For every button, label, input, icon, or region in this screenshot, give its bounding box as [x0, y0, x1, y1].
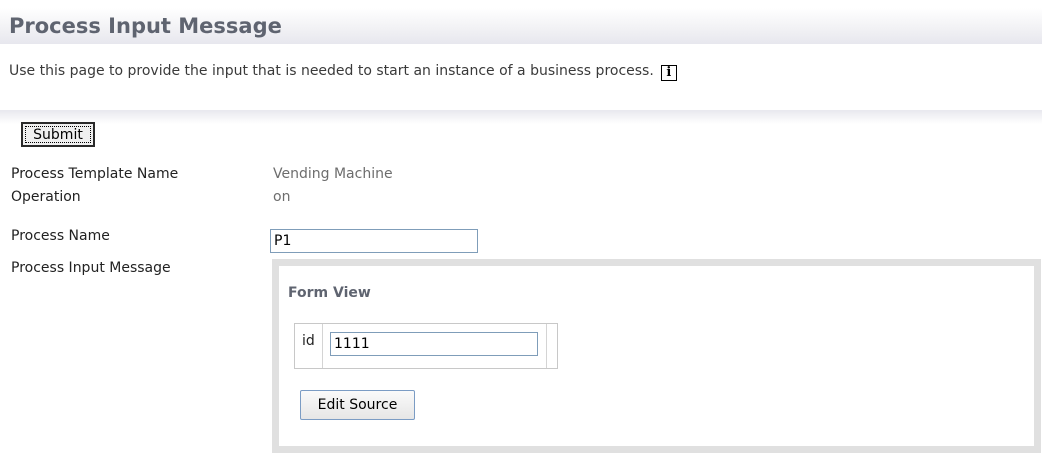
- field-label-cell: id: [295, 324, 323, 368]
- page-description: Use this page to provide the input that …: [9, 63, 677, 81]
- page-title: Process Input Message: [9, 14, 282, 38]
- info-icon[interactable]: i: [660, 65, 677, 81]
- process-input-message-page: Process Input Message Use this page to p…: [0, 0, 1042, 475]
- process-template-name-label: Process Template Name: [11, 166, 179, 182]
- process-template-name-value: Vending Machine: [273, 166, 393, 182]
- id-input[interactable]: [330, 332, 538, 356]
- operation-label: Operation: [11, 189, 81, 205]
- form-view-heading: Form View: [288, 285, 371, 301]
- operation-value: on: [273, 189, 291, 205]
- edit-source-button[interactable]: Edit Source: [300, 390, 415, 420]
- process-name-input[interactable]: [270, 229, 478, 253]
- separator: [0, 110, 1042, 124]
- input-message-panel: Form View id Edit Source: [272, 259, 1041, 453]
- field-end-cell: [546, 324, 557, 368]
- submit-button[interactable]: Submit: [21, 122, 95, 147]
- process-input-message-label: Process Input Message: [11, 260, 171, 276]
- form-field-table: id: [294, 323, 558, 369]
- id-field-label: id: [302, 333, 315, 349]
- process-name-label: Process Name: [11, 228, 110, 244]
- description-text: Use this page to provide the input that …: [9, 63, 654, 79]
